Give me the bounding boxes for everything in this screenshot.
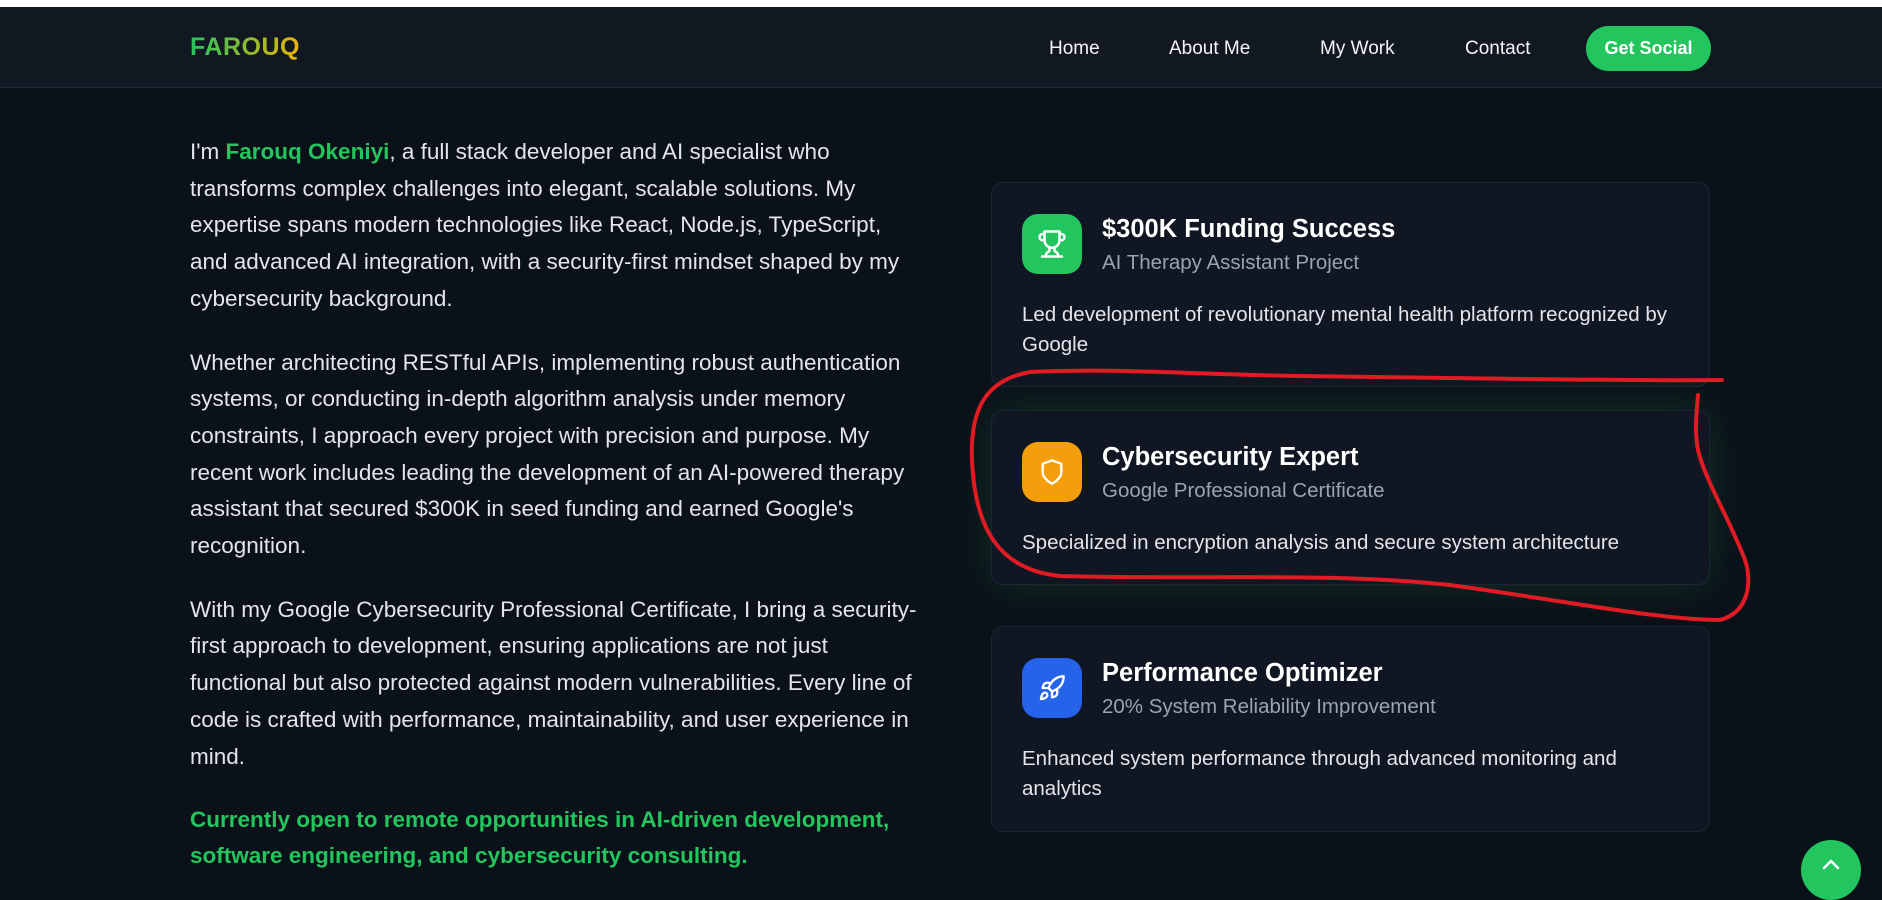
- card-title: Performance Optimizer: [1102, 659, 1383, 687]
- get-social-button[interactable]: Get Social: [1586, 26, 1711, 71]
- navbar: FAROUQ Home About Me My Work Contact Get…: [0, 7, 1882, 88]
- nav-link-home[interactable]: Home: [1049, 38, 1100, 60]
- card-title: Cybersecurity Expert: [1102, 443, 1359, 471]
- nav-link-my-work[interactable]: My Work: [1320, 38, 1395, 60]
- card-description: Enhanced system performance through adva…: [1022, 747, 1617, 800]
- achievement-card-cybersecurity: Cybersecurity Expert Google Professional…: [991, 410, 1710, 585]
- nav-link-about-me[interactable]: About Me: [1169, 38, 1250, 60]
- highlighted-name: Farouq Okeniyi: [225, 139, 390, 164]
- card-description: Led development of revolutionary mental …: [1022, 303, 1667, 356]
- about-paragraph-certificate: With my Google Cybersecurity Professiona…: [190, 596, 917, 769]
- nav-link-contact[interactable]: Contact: [1465, 38, 1530, 60]
- site-logo[interactable]: FAROUQ: [190, 33, 300, 62]
- achievement-card-performance: Performance Optimizer 20% System Reliabi…: [991, 626, 1710, 832]
- card-subtitle: AI Therapy Assistant Project: [1102, 251, 1360, 274]
- about-paragraph-intro: I'm Farouq Okeniyi, a full stack develop…: [190, 134, 920, 318]
- intro-prefix: I'm: [190, 139, 226, 164]
- achievement-card-funding: $300K Funding Success AI Therapy Assista…: [991, 182, 1710, 387]
- card-subtitle: Google Professional Certificate: [1102, 479, 1385, 502]
- card-title: $300K Funding Success: [1102, 215, 1396, 243]
- shield-icon: [1022, 442, 1082, 502]
- intro-rest: , a full stack developer and AI speciali…: [190, 139, 900, 311]
- availability-callout: Currently open to remote opportunities i…: [190, 807, 890, 869]
- trophy-icon: [1022, 214, 1082, 274]
- chevron-up-icon: [1822, 859, 1840, 870]
- about-paragraph-work: Whether architecting RESTful APIs, imple…: [190, 349, 905, 559]
- about-text-section: I'm Farouq Okeniyi, a full stack develop…: [190, 134, 920, 874]
- card-subtitle: 20% System Reliability Improvement: [1102, 695, 1436, 718]
- browser-top-edge: [0, 0, 1882, 7]
- rocket-icon: [1022, 658, 1082, 718]
- card-description: Specialized in encryption analysis and s…: [1022, 531, 1620, 554]
- scroll-to-top-button[interactable]: [1801, 840, 1861, 900]
